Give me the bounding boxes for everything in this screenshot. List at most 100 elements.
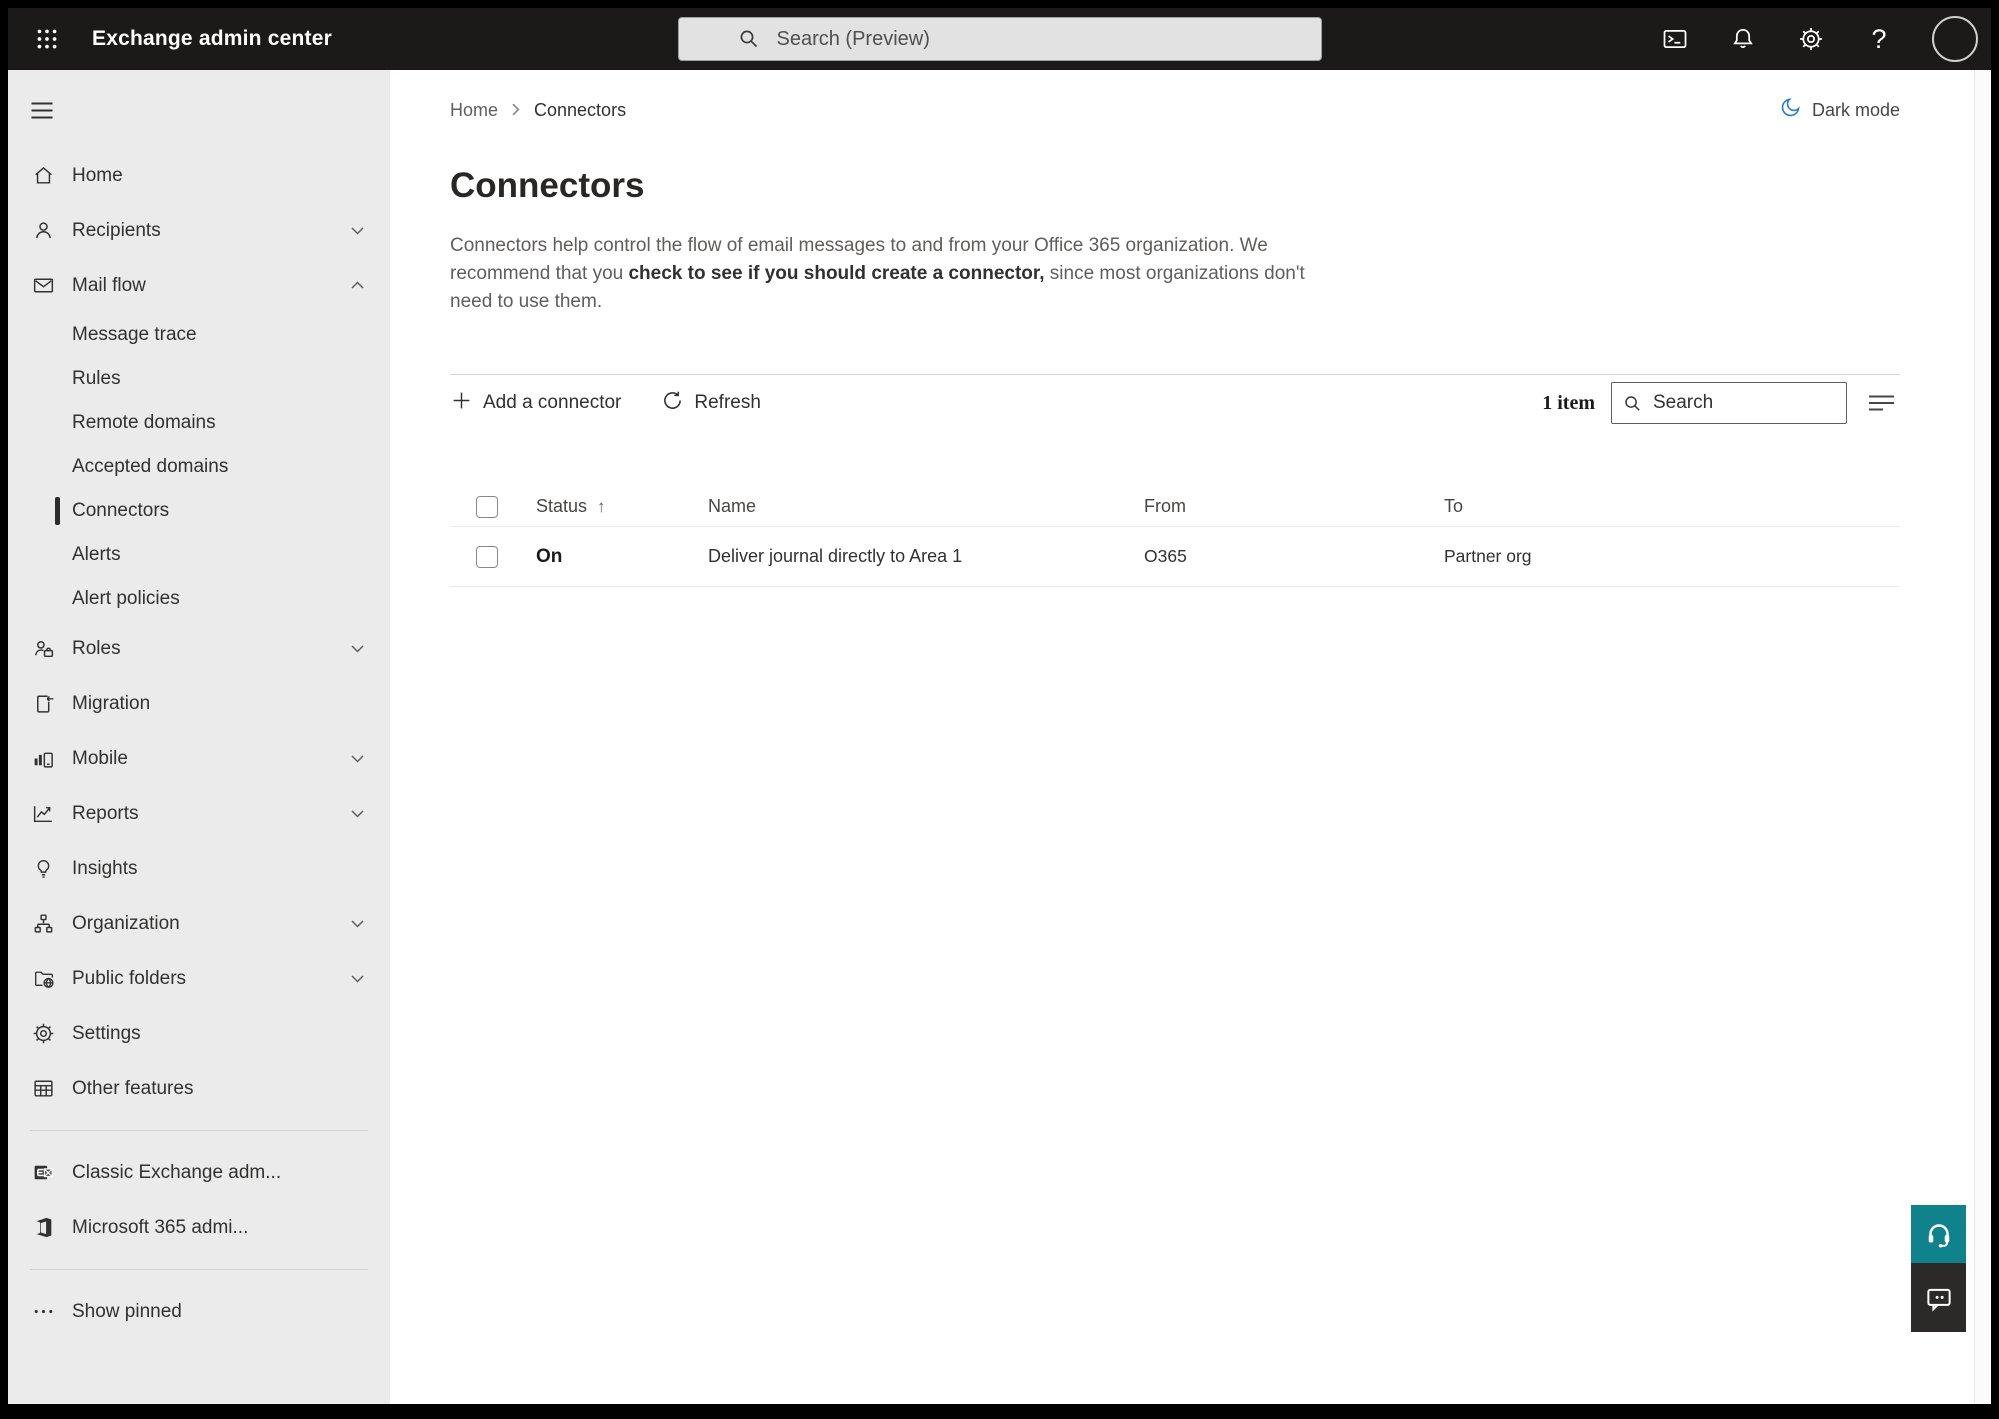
sidebar-item-alerts[interactable]: Alerts	[8, 533, 390, 577]
table-row[interactable]: On Deliver journal directly to Area 1 O3…	[450, 527, 1900, 587]
sidebar-item-label: Settings	[72, 1022, 141, 1044]
sidebar-item-insights[interactable]: Insights	[8, 841, 390, 896]
sidebar-item-label: Insights	[72, 857, 138, 879]
table-grid-icon	[30, 1076, 56, 1102]
sidebar-item-label: Roles	[72, 637, 121, 659]
migration-document-arrow-icon	[30, 691, 56, 717]
row-name[interactable]: Deliver journal directly to Area 1	[708, 546, 1144, 567]
chevron-down-icon	[349, 916, 366, 931]
cloud-shell-terminal-icon[interactable]	[1660, 24, 1690, 54]
breadcrumb: Home Connectors	[450, 100, 626, 121]
person-icon	[30, 218, 56, 244]
main-area: Home Recipients Mail flow Message trace …	[8, 70, 1991, 1404]
list-toolbar: Add a connector Refresh 1 item	[450, 374, 1900, 431]
help-icon[interactable]: ?	[1864, 24, 1894, 54]
lightbulb-icon	[30, 856, 56, 882]
refresh-button[interactable]: Refresh	[661, 389, 761, 418]
sidebar-item-mobile[interactable]: Mobile	[8, 731, 390, 786]
sidebar-item-rules[interactable]: Rules	[8, 357, 390, 401]
roles-person-briefcase-icon	[30, 636, 56, 662]
top-app-bar: Exchange admin center Search (Preview) ?	[8, 8, 1991, 70]
list-search-box[interactable]	[1611, 382, 1847, 424]
plus-icon	[450, 389, 473, 418]
row-checkbox[interactable]	[476, 545, 498, 568]
global-search-bar[interactable]	[677, 17, 1322, 61]
column-header-label: Status	[536, 496, 588, 516]
global-search-input[interactable]	[776, 27, 1257, 51]
sidebar-item-connectors[interactable]: Connectors	[8, 489, 390, 533]
sidebar-item-label: Classic Exchange adm...	[72, 1161, 282, 1183]
sidebar-item-classic-exchange-admin[interactable]: Classic Exchange adm...	[8, 1145, 390, 1200]
feedback-chat-button[interactable]	[1911, 1263, 1966, 1332]
selected-indicator	[55, 497, 60, 525]
add-connector-button[interactable]: Add a connector	[450, 389, 621, 418]
sidebar-item-label: Mail flow	[72, 274, 146, 296]
account-avatar[interactable]	[1932, 16, 1978, 62]
sidebar-item-public-folders[interactable]: Public folders	[8, 951, 390, 1006]
toolbar-right: 1 item	[1542, 382, 1900, 424]
sidebar-item-reports[interactable]: Reports	[8, 786, 390, 841]
sidebar-item-migration[interactable]: Migration	[8, 676, 390, 731]
sidebar-divider	[30, 1130, 368, 1131]
sidebar-item-accepted-domains[interactable]: Accepted domains	[8, 445, 390, 489]
sidebar-item-home[interactable]: Home	[8, 148, 390, 203]
notifications-bell-icon[interactable]	[1728, 24, 1758, 54]
item-count: 1 item	[1542, 391, 1595, 414]
gear-icon	[30, 1021, 56, 1047]
chevron-down-icon	[349, 971, 366, 986]
row-from: O365	[1144, 546, 1187, 566]
column-header-name[interactable]: Name	[708, 496, 1144, 517]
sidebar-item-label: Reports	[72, 802, 139, 824]
sidebar-item-alert-policies[interactable]: Alert policies	[8, 577, 390, 621]
select-all-checkbox[interactable]	[476, 495, 498, 518]
sidebar-item-label: Accepted domains	[72, 456, 229, 477]
scrollbar-track[interactable]	[1974, 70, 1991, 1404]
chevron-down-icon	[349, 223, 366, 238]
breadcrumb-row: Home Connectors Dark mode	[450, 96, 1900, 124]
chevron-down-icon	[349, 641, 366, 656]
exchange-admin-center-app: Exchange admin center Search (Preview) ?…	[8, 8, 1991, 1404]
view-options-icon[interactable]	[1864, 388, 1900, 418]
settings-gear-icon[interactable]	[1796, 24, 1826, 54]
refresh-label: Refresh	[694, 392, 761, 413]
sidebar-item-organization[interactable]: Organization	[8, 896, 390, 951]
app-launcher-waffle-icon[interactable]	[30, 22, 64, 56]
column-header-from[interactable]: From	[1144, 496, 1444, 517]
page-description: Connectors help control the flow of emai…	[450, 232, 1312, 316]
chevron-down-icon	[349, 751, 366, 766]
sidebar-item-label: Public folders	[72, 967, 187, 989]
envelope-icon	[30, 273, 56, 299]
window-frame: Exchange admin center Search (Preview) ?…	[0, 0, 1999, 1419]
sidebar-item-remote-domains[interactable]: Remote domains	[8, 401, 390, 445]
sidebar-item-microsoft-365-admin[interactable]: Microsoft 365 admi...	[8, 1200, 390, 1255]
column-header-to[interactable]: To	[1444, 496, 1900, 517]
connectors-table: Status ↑ Name From To On Deliver journal…	[450, 487, 1900, 587]
dark-mode-toggle[interactable]: Dark mode	[1779, 96, 1900, 124]
sidebar-item-show-pinned[interactable]: Show pinned	[8, 1284, 390, 1339]
sidebar-item-recipients[interactable]: Recipients	[8, 203, 390, 258]
classic-exchange-logo-icon	[30, 1160, 56, 1186]
sidebar-item-message-trace[interactable]: Message trace	[8, 313, 390, 357]
page-title: Connectors	[450, 166, 645, 205]
sidebar-item-label: Recipients	[72, 219, 161, 241]
reports-chart-icon	[30, 801, 56, 827]
home-icon	[30, 163, 56, 189]
breadcrumb-home-link[interactable]: Home	[450, 100, 498, 121]
column-header-status[interactable]: Status ↑	[536, 496, 708, 517]
sort-ascending-icon[interactable]: ↑	[597, 497, 606, 517]
sidebar-item-label: Alert policies	[72, 588, 180, 609]
sidebar-item-mail-flow[interactable]: Mail flow	[8, 258, 390, 313]
support-headset-button[interactable]	[1911, 1205, 1966, 1263]
folder-globe-icon	[30, 966, 56, 992]
sidebar-item-label: Mobile	[72, 747, 128, 769]
sidebar-item-label: Home	[72, 164, 123, 186]
sidebar-item-roles[interactable]: Roles	[8, 621, 390, 676]
collapse-nav-hamburger-icon[interactable]	[8, 90, 390, 130]
sidebar-item-settings[interactable]: Settings	[8, 1006, 390, 1061]
headset-icon	[1928, 1224, 1949, 1248]
create-connector-check-link[interactable]: check to see if you should create a conn…	[628, 263, 1044, 284]
sidebar-item-other-features[interactable]: Other features	[8, 1061, 390, 1116]
row-status: On	[536, 545, 563, 567]
content-pane: Home Connectors Dark mode Connectors Con…	[390, 70, 1974, 1404]
list-search-input[interactable]	[1653, 392, 1836, 414]
